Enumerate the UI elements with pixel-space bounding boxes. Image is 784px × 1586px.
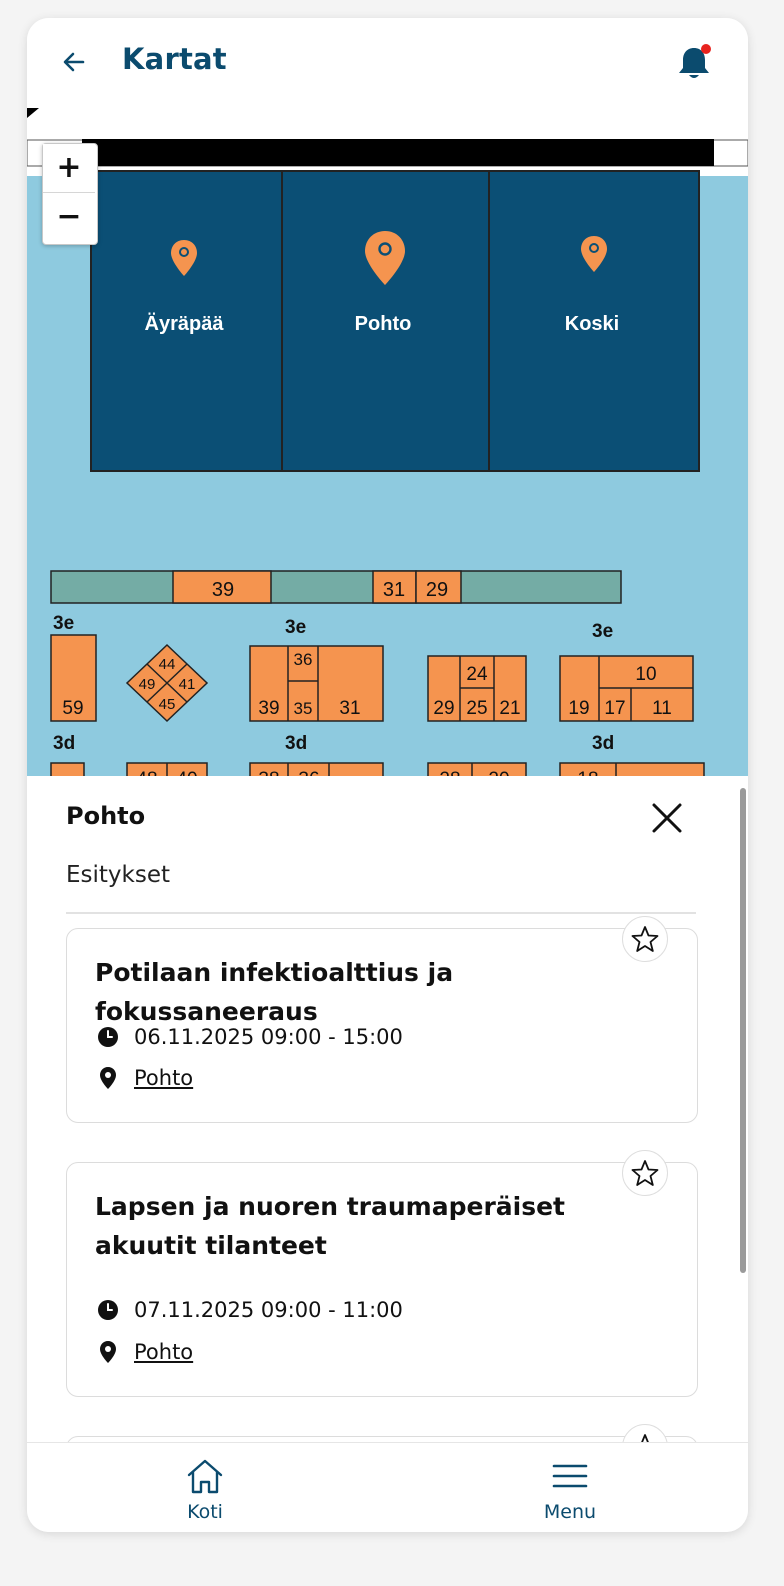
map-corner-mark — [27, 108, 39, 118]
sheet-title: Pohto — [66, 802, 146, 830]
hall-label: Äyräpää — [145, 312, 225, 335]
svg-text:39: 39 — [258, 698, 279, 719]
notification-dot — [701, 44, 711, 54]
divider — [66, 912, 696, 914]
svg-text:3e: 3e — [592, 621, 613, 642]
event-title: Potilaan infektioaltti­us ja fokussaneer… — [95, 958, 454, 1026]
nav-label: Koti — [187, 1501, 223, 1523]
location-pin-icon — [95, 1339, 121, 1365]
svg-text:18: 18 — [577, 769, 598, 776]
nav-home[interactable]: Koti — [105, 1443, 305, 1532]
menu-icon — [552, 1455, 588, 1497]
map-canvas: Äyräpää Pohto Koski 39 31 29 3e 3e 3e 3d… — [27, 108, 748, 776]
star-icon — [631, 1160, 659, 1186]
svg-text:24: 24 — [466, 664, 488, 685]
plus-icon: + — [56, 150, 82, 185]
app-frame: Kartat Äyräpää Pohto Koski 39 31 29 3e 3… — [27, 18, 748, 1532]
star-icon — [641, 1434, 649, 1442]
svg-text:29: 29 — [433, 698, 454, 719]
event-title: Lapsen ja nuoren traumaperäiset akuutit … — [95, 1192, 566, 1260]
svg-text:31: 31 — [339, 698, 360, 719]
svg-text:11: 11 — [652, 698, 672, 719]
event-time: 06.11.2025 09:00 - 15:00 — [134, 1025, 403, 1049]
svg-text:36: 36 — [294, 650, 313, 669]
svg-text:59: 59 — [62, 698, 83, 719]
svg-text:45: 45 — [159, 696, 176, 713]
svg-text:29: 29 — [426, 579, 448, 601]
svg-text:38: 38 — [258, 769, 279, 776]
nav-menu[interactable]: Menu — [470, 1443, 670, 1532]
page-title: Kartat — [122, 42, 227, 76]
svg-text:3d: 3d — [53, 733, 75, 754]
bottom-nav: Koti Menu — [27, 1442, 748, 1532]
event-location-row: Pohto — [95, 1337, 193, 1367]
nav-label: Menu — [543, 1501, 597, 1523]
zoom-in-button[interactable]: + — [43, 144, 95, 193]
location-pin-icon — [95, 1065, 121, 1091]
event-location-row: Pohto — [95, 1063, 193, 1093]
svg-text:39: 39 — [212, 579, 234, 601]
favorite-button[interactable] — [622, 1424, 668, 1442]
event-time-row: 07.11.2025 09:00 - 11:00 — [95, 1295, 403, 1325]
svg-text:10: 10 — [635, 664, 656, 685]
svg-text:19: 19 — [568, 698, 589, 719]
svg-text:35: 35 — [294, 699, 313, 718]
svg-text:20: 20 — [488, 769, 509, 776]
hall-label: Pohto — [355, 313, 412, 335]
svg-text:3e: 3e — [285, 617, 306, 638]
event-location-link[interactable]: Pohto — [134, 1066, 193, 1090]
svg-text:31: 31 — [383, 579, 405, 601]
scrollbar[interactable] — [740, 788, 746, 1273]
svg-text:17: 17 — [604, 698, 625, 719]
svg-text:25: 25 — [466, 698, 487, 719]
event-card[interactable]: Lapsen ja nuoren traumaperäiset akuutit … — [66, 1162, 698, 1397]
event-location-link[interactable]: Pohto — [134, 1340, 193, 1364]
svg-text:3e: 3e — [53, 613, 74, 634]
clock-icon — [95, 1024, 121, 1050]
svg-text:40: 40 — [176, 769, 197, 776]
event-card[interactable]: Potilaan infektioaltti­us ja fokussaneer… — [66, 928, 698, 1123]
svg-text:36: 36 — [298, 769, 319, 776]
svg-text:41: 41 — [179, 676, 196, 693]
section-label: Esitykset — [66, 862, 171, 888]
close-icon — [652, 803, 682, 833]
back-button[interactable] — [57, 45, 91, 79]
top-bar: Kartat — [27, 18, 748, 108]
map-top-bar — [82, 139, 714, 166]
svg-text:21: 21 — [499, 698, 520, 719]
notifications-button[interactable] — [675, 42, 713, 82]
event-time: 07.11.2025 09:00 - 11:00 — [134, 1298, 403, 1322]
clock-icon — [95, 1297, 121, 1323]
arrow-left-icon — [63, 52, 85, 72]
zoom-controls: + − — [42, 143, 98, 245]
location-sheet: Pohto Esitykset Potilaan infektioaltti­u… — [27, 776, 748, 1442]
hall-label: Koski — [565, 313, 619, 335]
favorite-button[interactable] — [622, 916, 668, 962]
svg-text:49: 49 — [139, 676, 156, 693]
home-icon — [184, 1455, 226, 1497]
zoom-out-button[interactable]: − — [43, 193, 95, 241]
event-time-row: 06.11.2025 09:00 - 15:00 — [95, 1022, 403, 1052]
svg-text:44: 44 — [159, 656, 176, 673]
close-button[interactable] — [649, 800, 685, 836]
bell-icon — [679, 44, 711, 78]
svg-text:3d: 3d — [285, 733, 307, 754]
star-icon — [631, 926, 659, 952]
svg-text:3d: 3d — [592, 733, 614, 754]
minus-icon: − — [56, 199, 82, 234]
svg-text:48: 48 — [136, 769, 157, 776]
svg-text:28: 28 — [439, 769, 460, 776]
booth-strip — [50, 570, 622, 604]
venue-map[interactable]: Äyräpää Pohto Koski 39 31 29 3e 3e 3e 3d… — [27, 108, 748, 776]
favorite-button[interactable] — [622, 1150, 668, 1196]
